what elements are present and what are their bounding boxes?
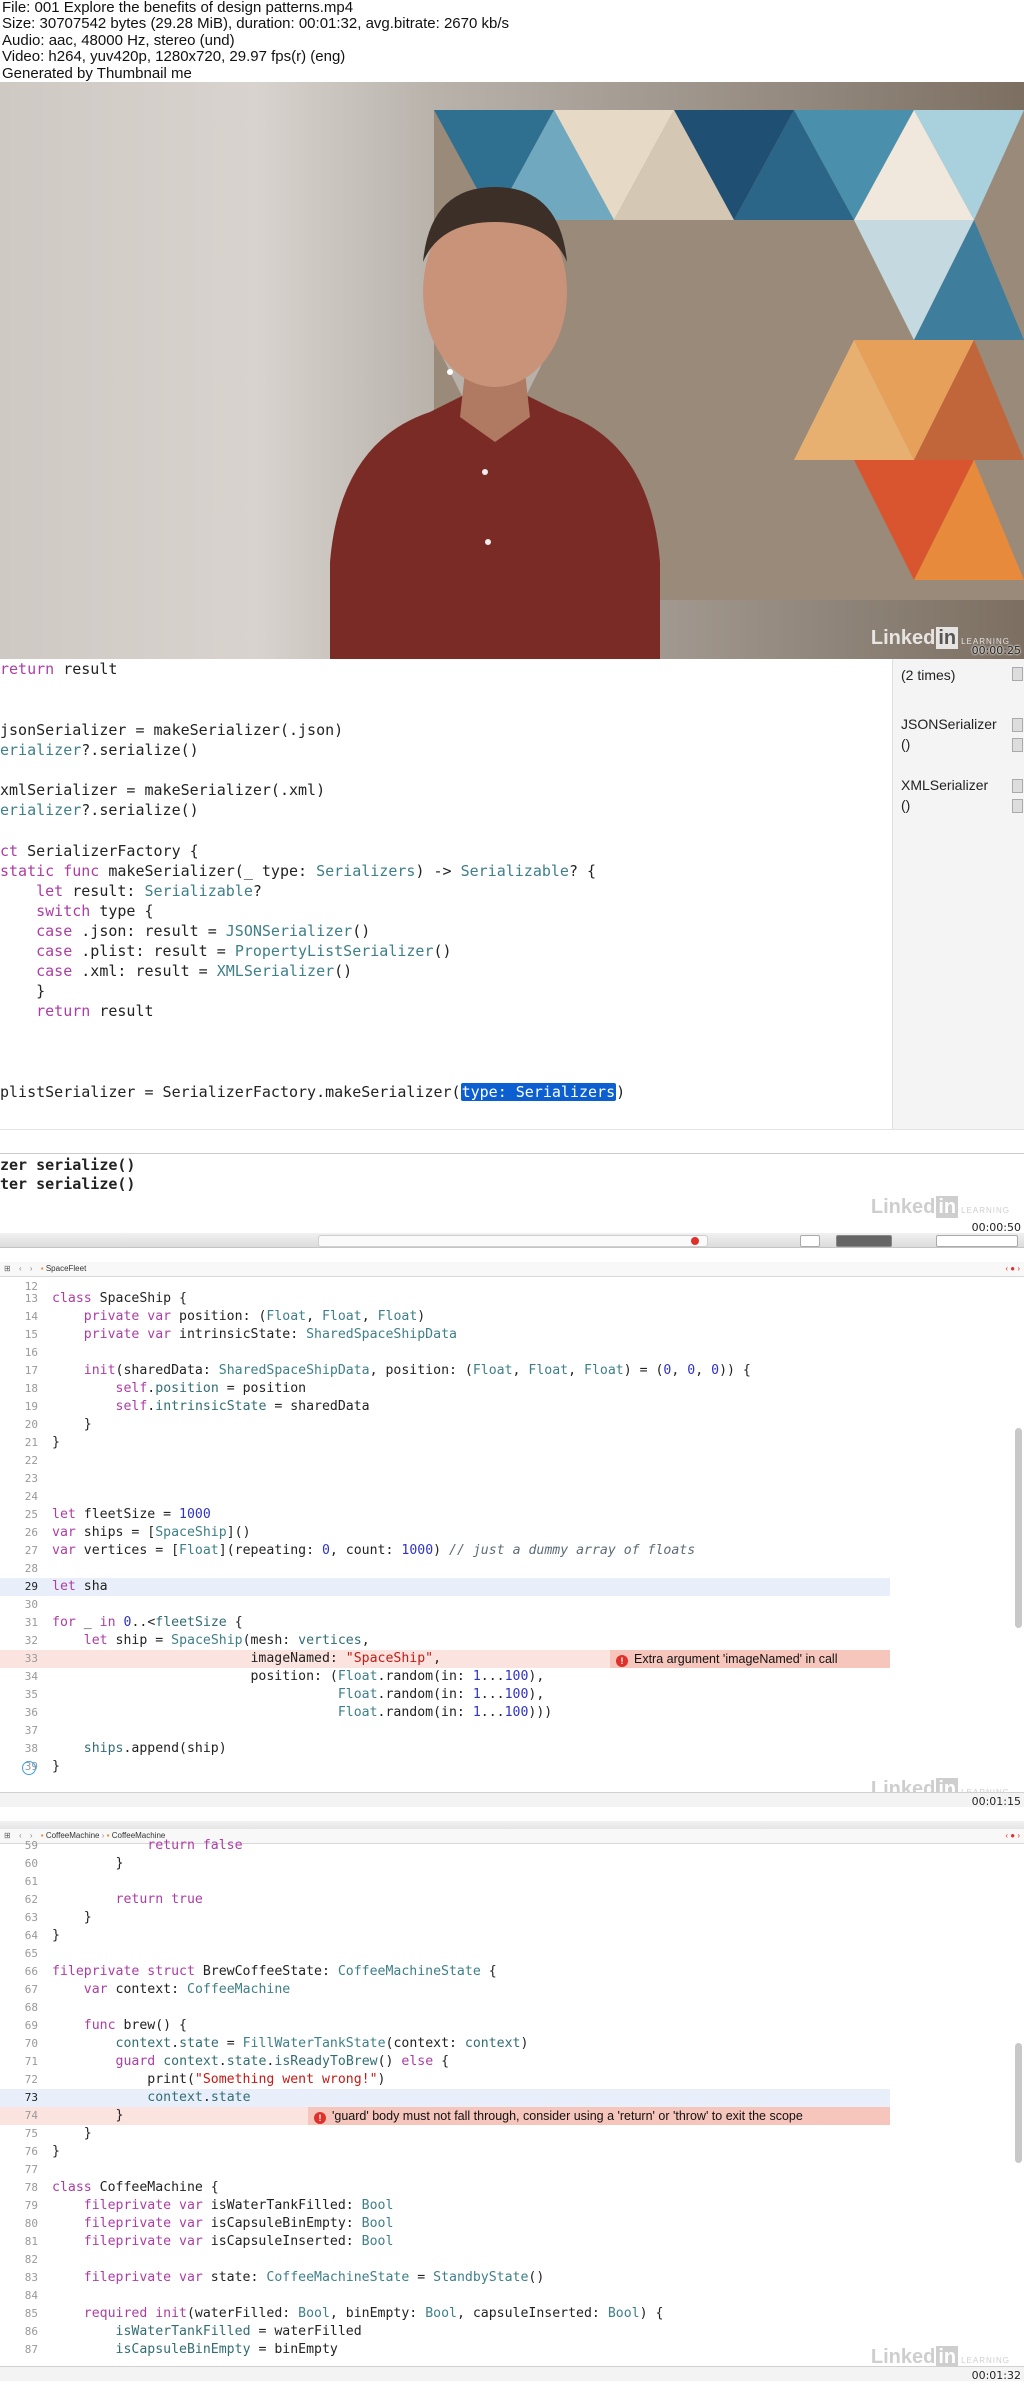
video-frame-spacefleet: ⊞ ‹ › ▪ SpaceFleet ‹ ● › 12 13 class Spac… — [0, 1233, 1024, 1821]
toolbar-buttons — [800, 1235, 1020, 1247]
swift-file-icon: ▪ — [40, 1264, 44, 1273]
xcode-toolbar — [0, 1233, 1024, 1248]
file-info-line: Size: 30707542 bytes (29.28 MiB), durati… — [2, 15, 509, 33]
console-line: zer serialize() — [0, 1156, 136, 1174]
debug-bar — [0, 2366, 1024, 2381]
error-banner[interactable]: ! Extra argument 'imageNamed' in call — [610, 1650, 890, 1668]
video-frame-presenter: Linked in LEARNING 00:00:25 — [0, 82, 1024, 659]
error-message: 'guard' body must not fall through, cons… — [332, 2109, 803, 2123]
console-line: ter serialize() — [0, 1175, 136, 1193]
quick-look-button[interactable] — [1012, 799, 1023, 813]
frame-timestamp: 00:00:25 — [971, 644, 1021, 657]
file-info-header: File: 001 Explore the benefits of design… — [0, 0, 1024, 82]
result-xml-paren: () — [901, 797, 911, 813]
forward-arrow-icon[interactable]: › — [30, 1264, 33, 1273]
jump-bar: ⊞ ‹ › ▪ SpaceFleet ‹ ● › — [0, 1262, 1024, 1277]
run-button-icon[interactable] — [22, 1761, 36, 1775]
library-button[interactable] — [800, 1235, 820, 1247]
error-message: Extra argument 'imageNamed' in call — [634, 1652, 838, 1666]
presenter-silhouette — [330, 187, 660, 659]
debug-bar — [0, 1792, 1024, 1807]
video-frame-playground: return result jsonSerializer = makeSeria… — [0, 659, 1024, 1247]
error-indicator-icon[interactable] — [691, 1237, 699, 1245]
frame-timestamp: 00:01:32 — [971, 2369, 1021, 2382]
back-arrow-icon[interactable]: ‹ — [19, 1264, 22, 1273]
editor-scrollbar[interactable] — [1015, 1428, 1022, 1628]
quick-look-button[interactable] — [1012, 718, 1023, 732]
activity-view — [318, 1235, 708, 1247]
file-info-line: Video: h264, yuv420p, 1280x720, 29.97 fp… — [2, 48, 346, 66]
error-banner[interactable]: ! 'guard' body must not fall through, con… — [308, 2107, 890, 2125]
coffeemachine-code-editor: 59 return false 60 } 61 62 return true 6… — [0, 1838, 1024, 2363]
result-times: (2 times) — [901, 667, 956, 683]
result-xml-label: XMLSerializer — [901, 777, 989, 793]
quick-look-button[interactable] — [1012, 667, 1023, 681]
editor-scrollbar[interactable] — [1015, 2043, 1022, 2163]
breadcrumb-file[interactable]: SpaceFleet — [46, 1264, 86, 1273]
related-items-icon[interactable]: ⊞ — [4, 1264, 11, 1273]
file-info-line: Generated by Thumbnail me — [2, 64, 192, 82]
linkedin-learning-watermark: LinkedinLEARNING — [870, 1196, 1010, 1218]
result-json-paren: () — [901, 736, 911, 752]
issue-navigator-icon[interactable]: ‹ ● › — [1005, 1262, 1020, 1276]
quick-look-button[interactable] — [1012, 779, 1023, 793]
playground-divider — [0, 1129, 1024, 1154]
file-info-line: Audio: aac, 48000 Hz, stereo (und) — [2, 31, 235, 49]
editor-mode-segment[interactable] — [836, 1235, 892, 1247]
playground-code-editor: return result jsonSerializer = makeSeria… — [0, 660, 626, 1101]
error-icon: ! — [314, 2112, 326, 2124]
spacefleet-code-editor: 12 13 class SpaceShip { 14 private var po… — [0, 1278, 1024, 1805]
video-frame-coffeemachine: ⊞ ‹ › ▪ CoffeeMachine › ▪ CoffeeMachine … — [0, 1821, 1024, 2387]
error-icon: ! — [616, 1655, 628, 1667]
file-info-line: File: 001 Explore the benefits of design… — [2, 0, 354, 16]
frame-timestamp: 00:01:15 — [971, 1795, 1021, 1808]
quick-look-button[interactable] — [1012, 738, 1023, 752]
panel-toggle-segment[interactable] — [936, 1235, 1018, 1247]
result-json-label: JSONSerializer — [901, 716, 997, 732]
issue-navigator-icon[interactable]: ‹ ● › — [1005, 1829, 1020, 1843]
playground-results-sidebar: (2 times) JSONSerializer () XMLSerialize… — [892, 659, 1024, 1129]
